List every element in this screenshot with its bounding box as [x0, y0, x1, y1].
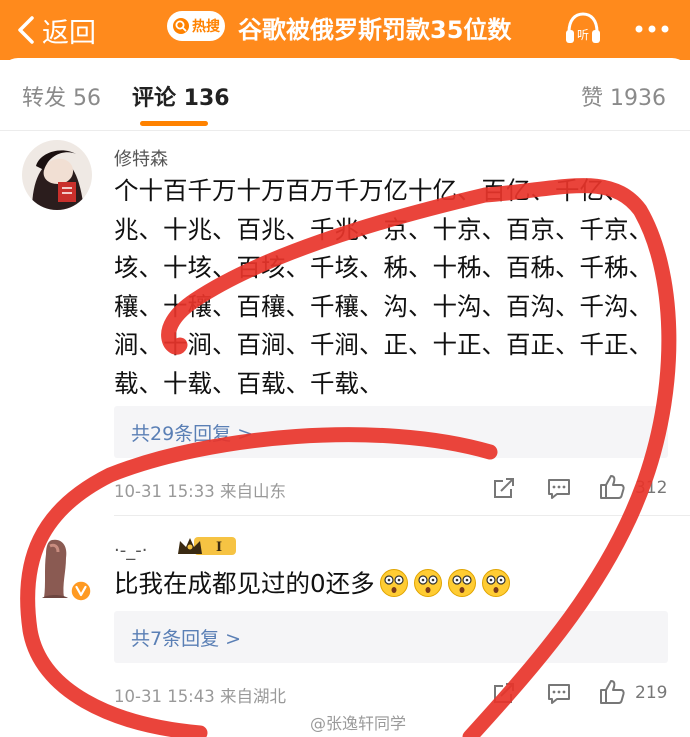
tab-comment[interactable]: 评论 136: [132, 80, 230, 112]
like-count: 312: [635, 478, 668, 498]
search-icon: [173, 18, 189, 34]
shocked-face-icon: [413, 569, 442, 597]
shocked-face-icon: [379, 569, 408, 597]
hot-search-badge[interactable]: 热搜: [167, 11, 225, 41]
back-label: 返回: [42, 17, 96, 49]
avatar-image: [22, 140, 92, 210]
watermark: @张逸轩同学: [310, 714, 407, 733]
listen-button[interactable]: 听: [562, 8, 604, 50]
tab-bar: 转发 56 评论 136 赞 1936: [0, 58, 690, 130]
like-icon[interactable]: [598, 679, 626, 705]
verified-badge-icon: [70, 580, 92, 602]
tab-active-indicator: [140, 121, 208, 126]
avatar[interactable]: [22, 140, 92, 210]
like-icon[interactable]: [598, 474, 626, 500]
share-icon[interactable]: [491, 476, 517, 500]
comment-username[interactable]: ·-_-·: [114, 540, 147, 561]
view-replies-link[interactable]: 共7条回复 >: [131, 624, 241, 651]
shocked-face-icon: [447, 569, 476, 597]
tab-forward[interactable]: 转发 56: [22, 80, 101, 112]
more-options-icon[interactable]: [630, 8, 674, 50]
level-label: I: [216, 540, 222, 555]
page-title: 谷歌被俄罗斯罚款35位数: [238, 16, 512, 44]
hot-badge-label: 热搜: [192, 19, 220, 35]
comment-icon[interactable]: [546, 682, 572, 706]
tab-like[interactable]: 赞 1936: [581, 80, 666, 112]
share-icon[interactable]: [491, 681, 517, 705]
view-replies-link[interactable]: 共29条回复 >: [131, 419, 253, 446]
comment-text: 个十百千万十万百万千万亿十亿、百亿、千亿、兆、十兆、百兆、千兆、京、十京、百京、…: [114, 176, 653, 398]
like-count: 219: [635, 683, 668, 703]
divider: [0, 130, 690, 131]
vip-crown-badge-icon: I: [178, 537, 236, 555]
comment-text: 比我在成都见过的0还多: [114, 565, 670, 604]
back-button[interactable]: 返回: [14, 8, 96, 52]
chevron-left-icon: [18, 16, 34, 44]
comment-username[interactable]: 修特森: [114, 145, 168, 171]
reply-box[interactable]: 共7条回复 >: [114, 611, 668, 663]
comment-meta: 10-31 15:43 来自湖北: [114, 687, 286, 706]
listen-label: 听: [577, 28, 589, 42]
comment-text-body: 比我在成都见过的0还多: [114, 569, 375, 598]
reply-box[interactable]: 共29条回复 >: [114, 406, 668, 458]
top-bar: 返回 热搜 谷歌被俄罗斯罚款35位数 听: [0, 0, 690, 60]
shocked-face-icon: [481, 569, 510, 597]
divider: [114, 515, 690, 516]
comment-meta: 10-31 15:33 来自山东: [114, 482, 286, 501]
comment-icon[interactable]: [546, 477, 572, 501]
